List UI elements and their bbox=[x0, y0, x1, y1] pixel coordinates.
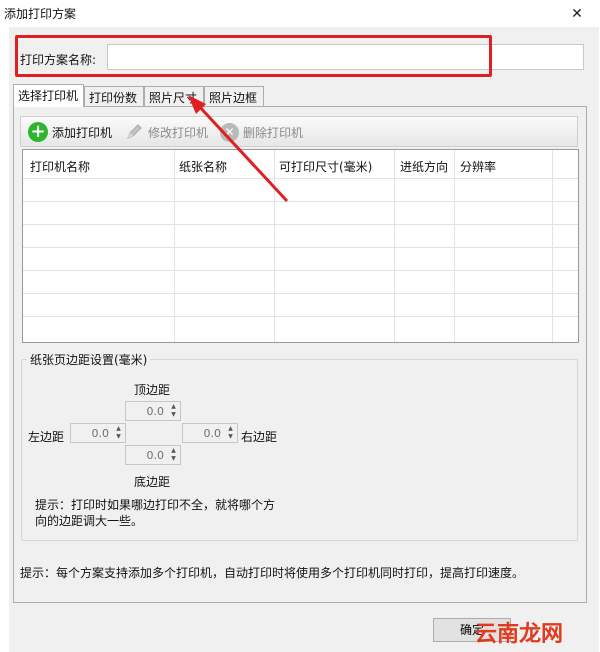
column-header-resolution[interactable]: 分辨率 bbox=[460, 158, 496, 175]
right-margin-label: 右边距 bbox=[241, 430, 278, 444]
tab-photo-size[interactable]: 照片尺寸 bbox=[144, 86, 204, 106]
top-margin-spinner[interactable]: 0.0 ▲ ▼ bbox=[125, 401, 181, 421]
row-divider bbox=[23, 247, 578, 248]
row-divider bbox=[23, 293, 578, 294]
delete-printer-label: 删除打印机 bbox=[243, 125, 304, 140]
spinner-arrows-icon[interactable]: ▲ ▼ bbox=[168, 447, 179, 463]
spinner-arrows-icon[interactable]: ▲ ▼ bbox=[168, 403, 179, 419]
column-header-feed-direction[interactable]: 进纸方向 bbox=[400, 158, 448, 175]
column-header-paper-name[interactable]: 纸张名称 bbox=[179, 158, 227, 175]
close-button[interactable]: ✕ bbox=[554, 0, 600, 27]
printer-table[interactable]: 打印机名称 纸张名称 可打印尺寸(毫米) 进纸方向 分辨率 bbox=[22, 149, 579, 343]
row-divider bbox=[23, 201, 578, 202]
row-divider bbox=[23, 224, 578, 225]
bottom-margin-value: 0.0 bbox=[146, 449, 165, 462]
add-printer-label: 添加打印机 bbox=[52, 125, 113, 140]
title-bar: 添加打印方案 ✕ bbox=[0, 0, 600, 27]
left-margin-label: 左边距 bbox=[28, 430, 65, 444]
row-divider bbox=[23, 316, 578, 317]
edit-printer-button[interactable]: 修改打印机 bbox=[124, 122, 208, 142]
top-margin-label: 顶边距 bbox=[134, 383, 171, 397]
top-margin-value: 0.0 bbox=[146, 405, 165, 418]
spinner-arrows-icon[interactable]: ▲ ▼ bbox=[113, 425, 124, 441]
delete-printer-button[interactable]: ✕ 删除打印机 bbox=[220, 122, 303, 142]
spinner-arrows-icon[interactable]: ▲ ▼ bbox=[225, 425, 236, 441]
row-divider bbox=[23, 270, 578, 271]
right-margin-value: 0.0 bbox=[203, 427, 222, 440]
table-header: 打印机名称 纸张名称 可打印尺寸(毫米) 进纸方向 分辨率 bbox=[23, 150, 578, 178]
left-margin-spinner[interactable]: 0.0 ▲ ▼ bbox=[70, 423, 126, 443]
watermark-logo: 云南龙网 bbox=[463, 608, 600, 652]
plus-circle-icon: + bbox=[28, 122, 48, 142]
left-margin-value: 0.0 bbox=[91, 427, 110, 440]
tab-print-copies[interactable]: 打印份数 bbox=[84, 86, 144, 106]
tab-select-printer[interactable]: 选择打印机 bbox=[13, 84, 84, 107]
margin-settings-title: 纸张页边距设置(毫米) bbox=[27, 351, 151, 368]
pencil-icon bbox=[127, 124, 142, 139]
bottom-margin-spinner[interactable]: 0.0 ▲ ▼ bbox=[125, 445, 181, 465]
delete-icon: ✕ bbox=[220, 122, 239, 142]
edit-printer-label: 修改打印机 bbox=[148, 125, 209, 140]
bottom-tip: 提示：每个方案支持添加多个打印机，自动打印时将使用多个打印机同时打印，提高打印速… bbox=[20, 566, 525, 580]
right-margin-spinner[interactable]: 0.0 ▲ ▼ bbox=[182, 423, 238, 443]
row-divider bbox=[23, 178, 578, 179]
column-header-printable-size[interactable]: 可打印尺寸(毫米) bbox=[279, 158, 372, 175]
column-header-printer-name[interactable]: 打印机名称 bbox=[30, 158, 90, 175]
watermark-text: 云南龙网 bbox=[475, 622, 564, 647]
highlight-box bbox=[15, 35, 492, 77]
window-title: 添加打印方案 bbox=[4, 7, 77, 21]
tab-photo-border[interactable]: 照片边框 bbox=[204, 86, 264, 106]
margin-tip: 提示：打印时如果哪边打印不全，就将哪个方向的边距调大一些。 bbox=[35, 498, 276, 528]
printer-toolbar: + 添加打印机 修改打印机 ✕ 删除打印机 bbox=[20, 116, 578, 147]
bottom-margin-label: 底边距 bbox=[134, 475, 171, 489]
add-printer-button[interactable]: + 添加打印机 bbox=[28, 122, 112, 142]
